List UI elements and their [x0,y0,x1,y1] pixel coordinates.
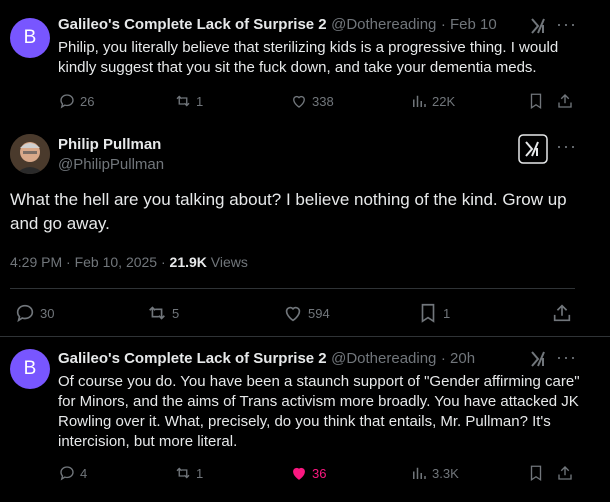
bookmark-icon [421,303,435,323]
reply-count: 26 [80,93,95,109]
repost-icon [176,467,190,479]
views-count: 3.3K [432,465,459,481]
bookmark-icon[interactable] [527,464,545,482]
avatar[interactable]: B [10,349,50,389]
repost-count: 5 [172,305,180,321]
avatar-photo [10,134,50,174]
timestamp[interactable]: · Feb 10 [441,16,497,33]
reply-button[interactable]: 26 [58,92,94,110]
share-icon[interactable] [556,92,574,110]
grok-icon[interactable] [518,134,548,164]
tweet-meta: 4:29 PM · Feb 10, 2025 · 21.9K Views [10,254,248,270]
repost-button[interactable]: 1 [174,92,203,110]
timestamp[interactable]: 4:29 PM · Feb 10, 2025 · [10,254,166,270]
reply-button[interactable]: 30 [14,302,54,324]
repost-icon [149,306,165,320]
reply-icon [60,94,74,109]
more-icon[interactable]: ··· [556,14,577,35]
reply-icon [60,466,74,481]
like-button[interactable]: 338 [290,92,334,110]
tweet-main[interactable]: Philip Pullman @PhilipPullman ··· What t… [0,124,610,336]
views-icon [413,95,426,107]
repost-count: 1 [196,465,204,481]
more-icon[interactable]: ··· [556,136,577,157]
handle[interactable]: @Dothereading [331,350,436,367]
views-button[interactable]: 22K [410,92,455,110]
reply-count: 30 [40,305,55,321]
avatar[interactable]: B [10,18,50,58]
display-name[interactable]: Galileo's Complete Lack of Surprise 2 [58,16,327,33]
tweet-text: Philip, you literally believe that steri… [58,39,559,76]
repost-button[interactable]: 5 [146,302,179,324]
views-count: 21.9K [169,254,207,270]
share-icon[interactable] [556,464,574,482]
tweet-3[interactable]: B Galileo's Complete Lack of Surprise 2 … [0,337,610,502]
views-label: Views [210,254,248,270]
bookmark-button[interactable]: 1 [417,302,450,324]
display-name[interactable]: Galileo's Complete Lack of Surprise 2 [58,350,327,367]
reply-icon [16,304,34,323]
avatar[interactable] [10,134,50,174]
reply-button[interactable]: 4 [58,464,87,482]
like-button[interactable]: 36 [290,464,326,482]
timestamp[interactable]: · 20h [441,350,475,367]
views-button[interactable]: 3.3K [410,464,459,482]
handle[interactable]: @Dothereading [331,16,436,33]
like-icon [293,95,305,108]
like-count: 36 [312,465,327,481]
display-name[interactable]: Philip Pullman [58,136,161,153]
like-button[interactable]: 594 [282,302,330,324]
more-icon[interactable]: ··· [556,347,577,368]
avatar-letter: B [23,358,37,379]
bookmark-count: 1 [443,305,451,321]
tweet-text: Of course you do. You have been a staunc… [58,373,580,450]
share-icon[interactable] [551,302,573,324]
repost-button[interactable]: 1 [174,464,203,482]
like-count: 594 [308,305,330,321]
avatar-letter: B [23,27,37,48]
reply-count: 4 [80,465,88,481]
like-count: 338 [312,93,334,109]
handle[interactable]: @PhilipPullman [58,156,164,173]
like-icon [285,306,301,322]
views-icon [413,467,426,479]
grok-icon[interactable] [530,350,548,368]
repost-count: 1 [196,93,204,109]
repost-icon [176,95,190,107]
grok-icon[interactable] [530,17,548,35]
like-icon [293,467,305,480]
divider [10,288,575,289]
bookmark-icon[interactable] [527,92,545,110]
tweet-text: What the hell are you talking about? I b… [10,190,567,233]
tweet-1[interactable]: B Galileo's Complete Lack of Surprise 2 … [0,0,610,124]
views-count: 22K [432,93,456,109]
